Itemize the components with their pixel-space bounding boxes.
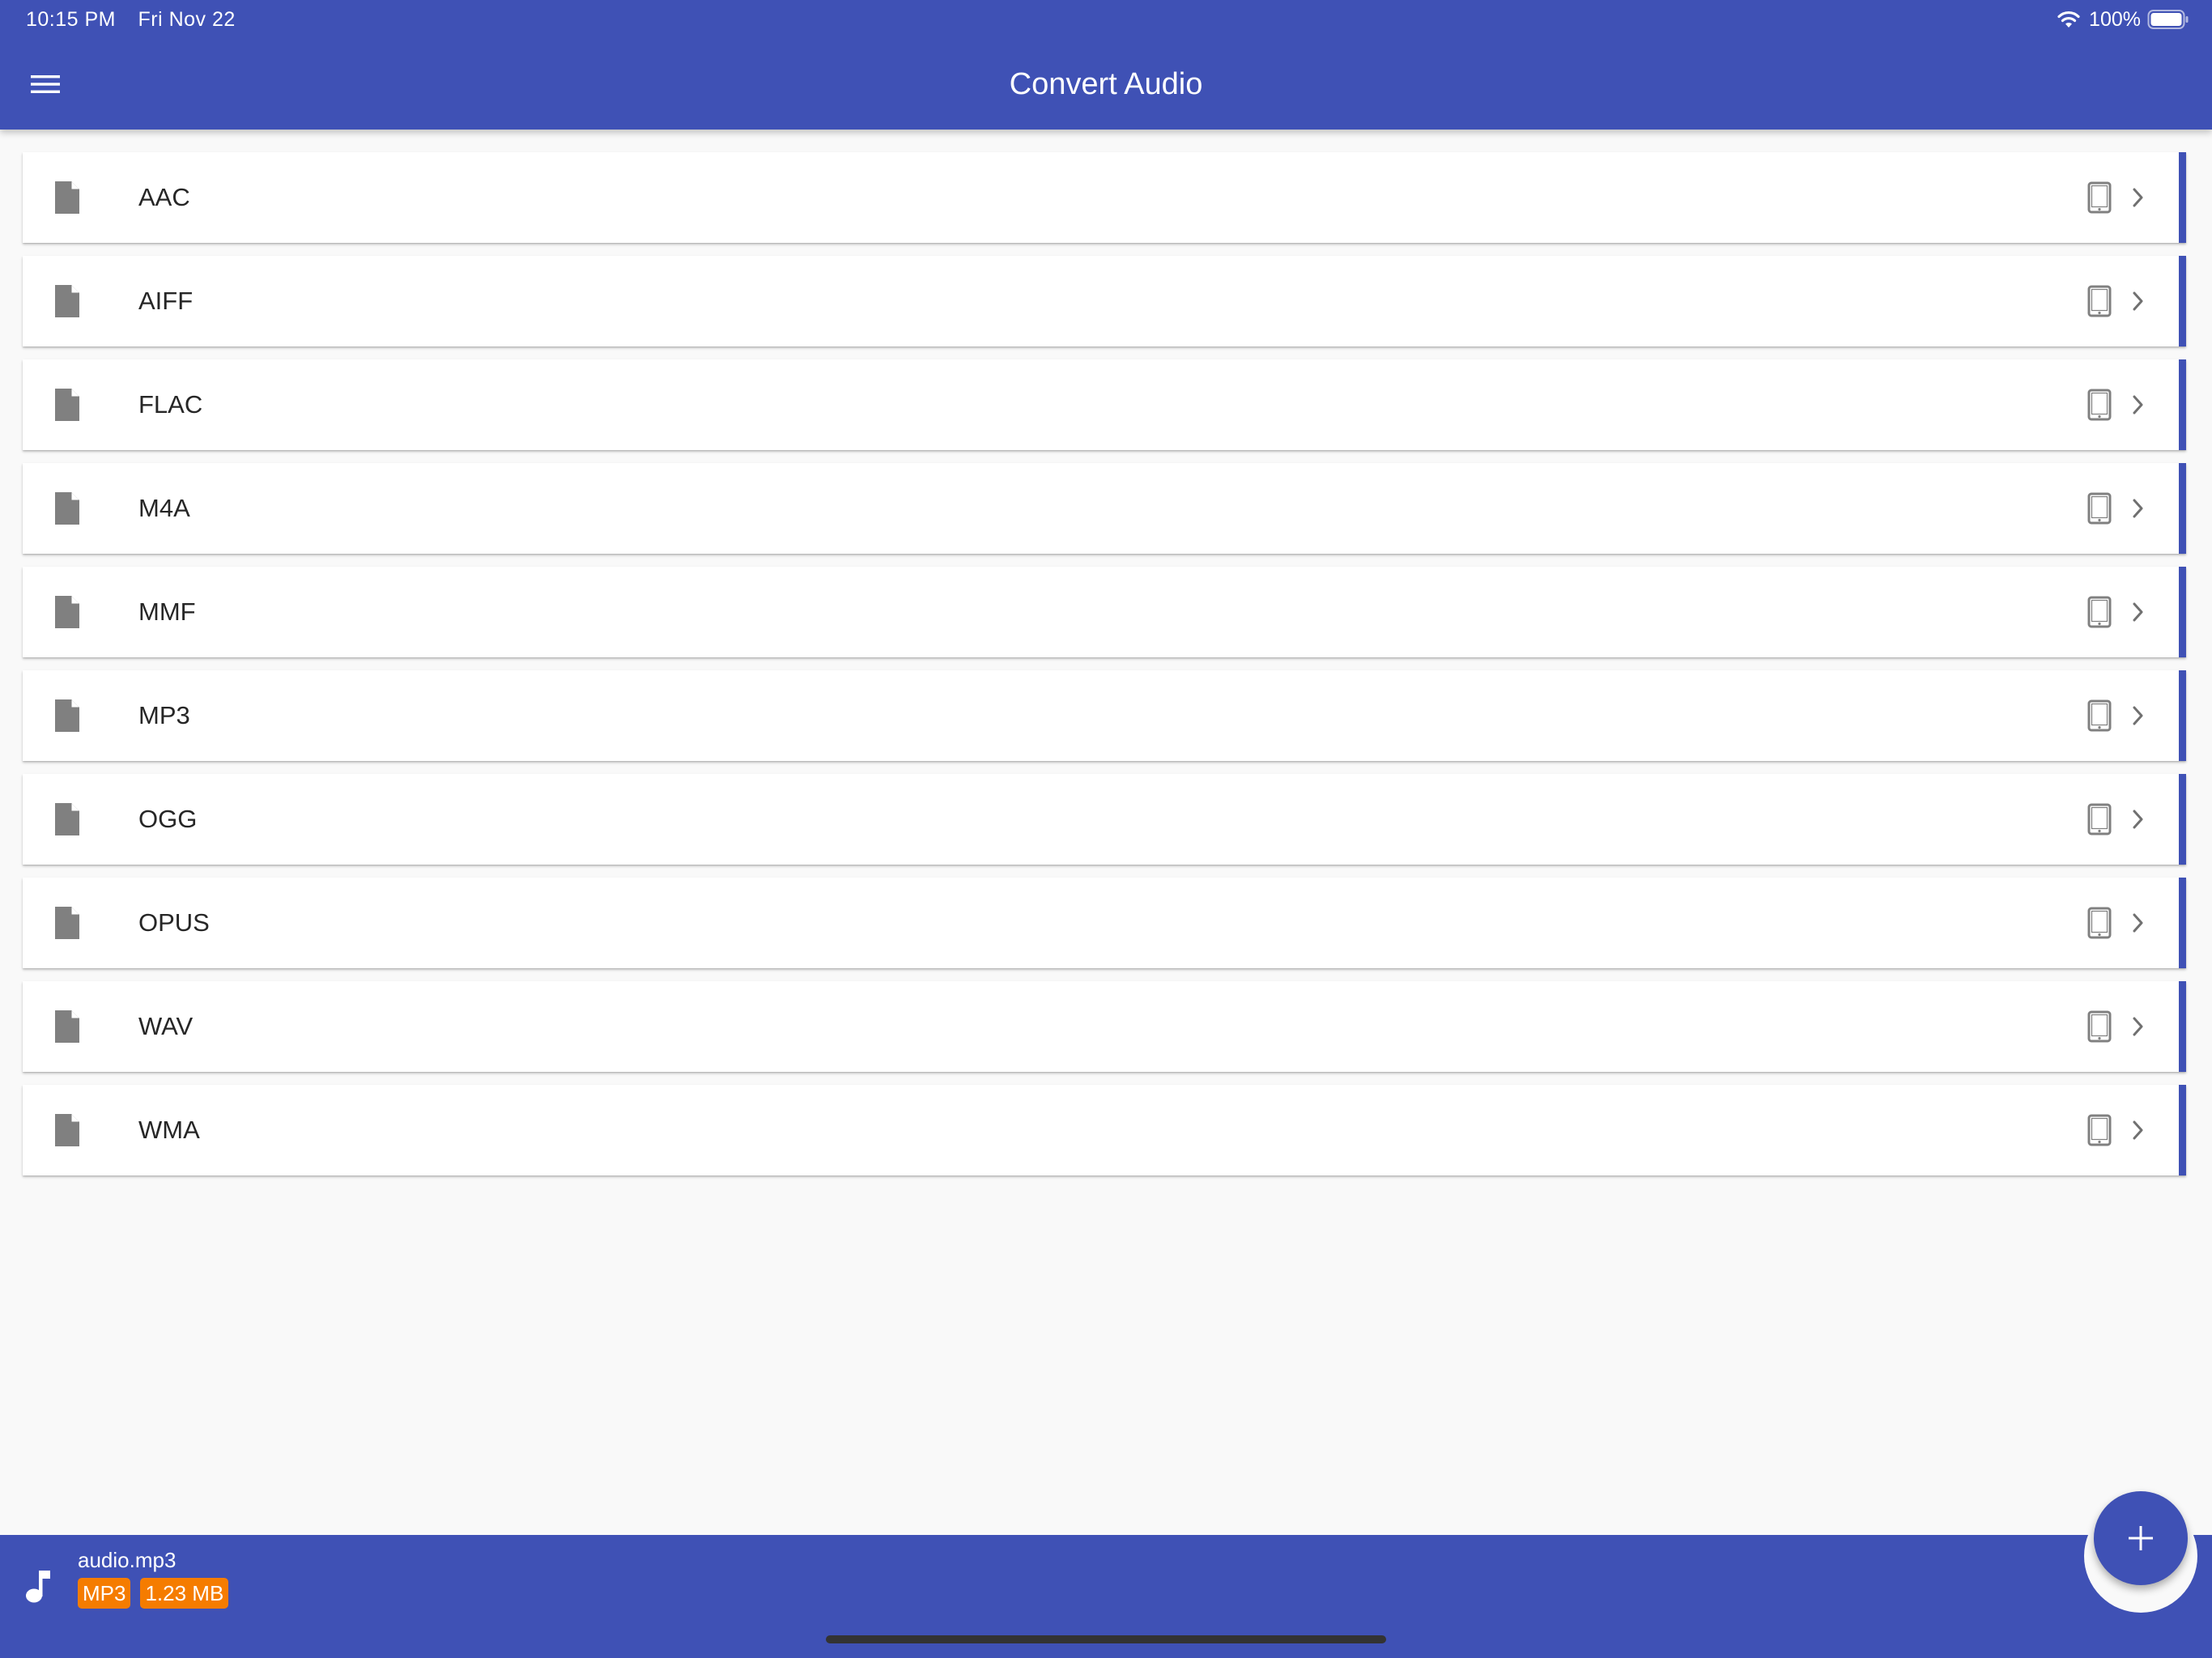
status-bar-right: 100% bbox=[2057, 5, 2189, 34]
file-size-badge: 1.23 MB bbox=[140, 1578, 229, 1609]
format-label: OGG bbox=[138, 805, 198, 833]
chevron-right-icon[interactable] bbox=[2130, 186, 2146, 209]
home-indicator bbox=[826, 1635, 1386, 1643]
file-badges: MP3 1.23 MB bbox=[78, 1578, 238, 1609]
format-row-aac[interactable]: AAC bbox=[23, 152, 2186, 243]
format-row-mp3[interactable]: MP3 bbox=[23, 670, 2186, 761]
tablet-icon bbox=[2087, 285, 2112, 317]
add-file-button[interactable] bbox=[2094, 1491, 2188, 1585]
file-type-badge: MP3 bbox=[78, 1578, 131, 1609]
format-label: OPUS bbox=[138, 908, 210, 937]
format-label: AIFF bbox=[138, 287, 194, 315]
format-label: WMA bbox=[138, 1116, 200, 1144]
file-icon bbox=[55, 1010, 79, 1043]
file-name: audio.mp3 bbox=[78, 1548, 177, 1572]
format-label: WAV bbox=[138, 1012, 194, 1040]
plus-icon bbox=[2129, 1526, 2153, 1550]
chevron-right-icon[interactable] bbox=[2130, 497, 2146, 520]
file-icon bbox=[55, 699, 79, 732]
chevron-right-icon[interactable] bbox=[2130, 290, 2146, 312]
format-row-mmf[interactable]: MMF bbox=[23, 567, 2186, 657]
format-row-flac[interactable]: FLAC bbox=[23, 359, 2186, 450]
tablet-icon bbox=[2087, 803, 2112, 835]
format-row-m4a[interactable]: M4A bbox=[23, 463, 2186, 554]
music-note-icon bbox=[26, 1571, 50, 1603]
file-icon bbox=[55, 181, 79, 214]
format-row-wav[interactable]: WAV bbox=[23, 981, 2186, 1072]
chevron-right-icon[interactable] bbox=[2130, 1119, 2146, 1141]
tablet-icon bbox=[2087, 389, 2112, 421]
tablet-icon bbox=[2087, 181, 2112, 214]
wifi-icon bbox=[2057, 11, 2080, 28]
format-list: AAC AIFF FLAC M4A MMF MP3 OGG OPUS WAV WMA bbox=[23, 152, 2186, 1188]
tablet-icon bbox=[2087, 596, 2112, 628]
tablet-icon bbox=[2087, 492, 2112, 525]
format-label: AAC bbox=[138, 183, 190, 211]
format-label: MMF bbox=[138, 597, 196, 626]
file-icon bbox=[55, 907, 79, 939]
chevron-right-icon[interactable] bbox=[2130, 912, 2146, 934]
format-label: MP3 bbox=[138, 701, 190, 729]
file-icon bbox=[55, 1114, 79, 1146]
tablet-icon bbox=[2087, 907, 2112, 939]
format-row-wma[interactable]: WMA bbox=[23, 1085, 2186, 1175]
status-bar-left: 10:15 PM Fri Nov 22 bbox=[26, 6, 236, 32]
tablet-icon bbox=[2087, 699, 2112, 732]
tablet-icon bbox=[2087, 1010, 2112, 1043]
tablet-icon bbox=[2087, 1114, 2112, 1146]
chevron-right-icon[interactable] bbox=[2130, 1015, 2146, 1038]
battery-percentage: 100% bbox=[2089, 7, 2141, 31]
format-row-ogg[interactable]: OGG bbox=[23, 774, 2186, 865]
file-icon bbox=[55, 285, 79, 317]
chevron-right-icon[interactable] bbox=[2130, 704, 2146, 727]
status-time: 10:15 PM bbox=[26, 8, 117, 31]
battery-icon bbox=[2147, 10, 2189, 29]
format-row-opus[interactable]: OPUS bbox=[23, 878, 2186, 968]
format-row-aiff[interactable]: AIFF bbox=[23, 256, 2186, 346]
file-icon bbox=[55, 492, 79, 525]
chevron-right-icon[interactable] bbox=[2130, 808, 2146, 831]
chevron-right-icon[interactable] bbox=[2130, 601, 2146, 623]
file-icon bbox=[55, 389, 79, 421]
page-title: Convert Audio bbox=[1009, 67, 1203, 101]
format-label: M4A bbox=[138, 494, 190, 522]
status-date: Fri Nov 22 bbox=[138, 8, 236, 31]
format-label: FLAC bbox=[138, 390, 203, 419]
file-icon bbox=[55, 596, 79, 628]
app-bar: 10:15 PM Fri Nov 22 100% Convert Audio bbox=[0, 0, 2212, 130]
file-icon bbox=[55, 803, 79, 835]
chevron-right-icon[interactable] bbox=[2130, 393, 2146, 416]
